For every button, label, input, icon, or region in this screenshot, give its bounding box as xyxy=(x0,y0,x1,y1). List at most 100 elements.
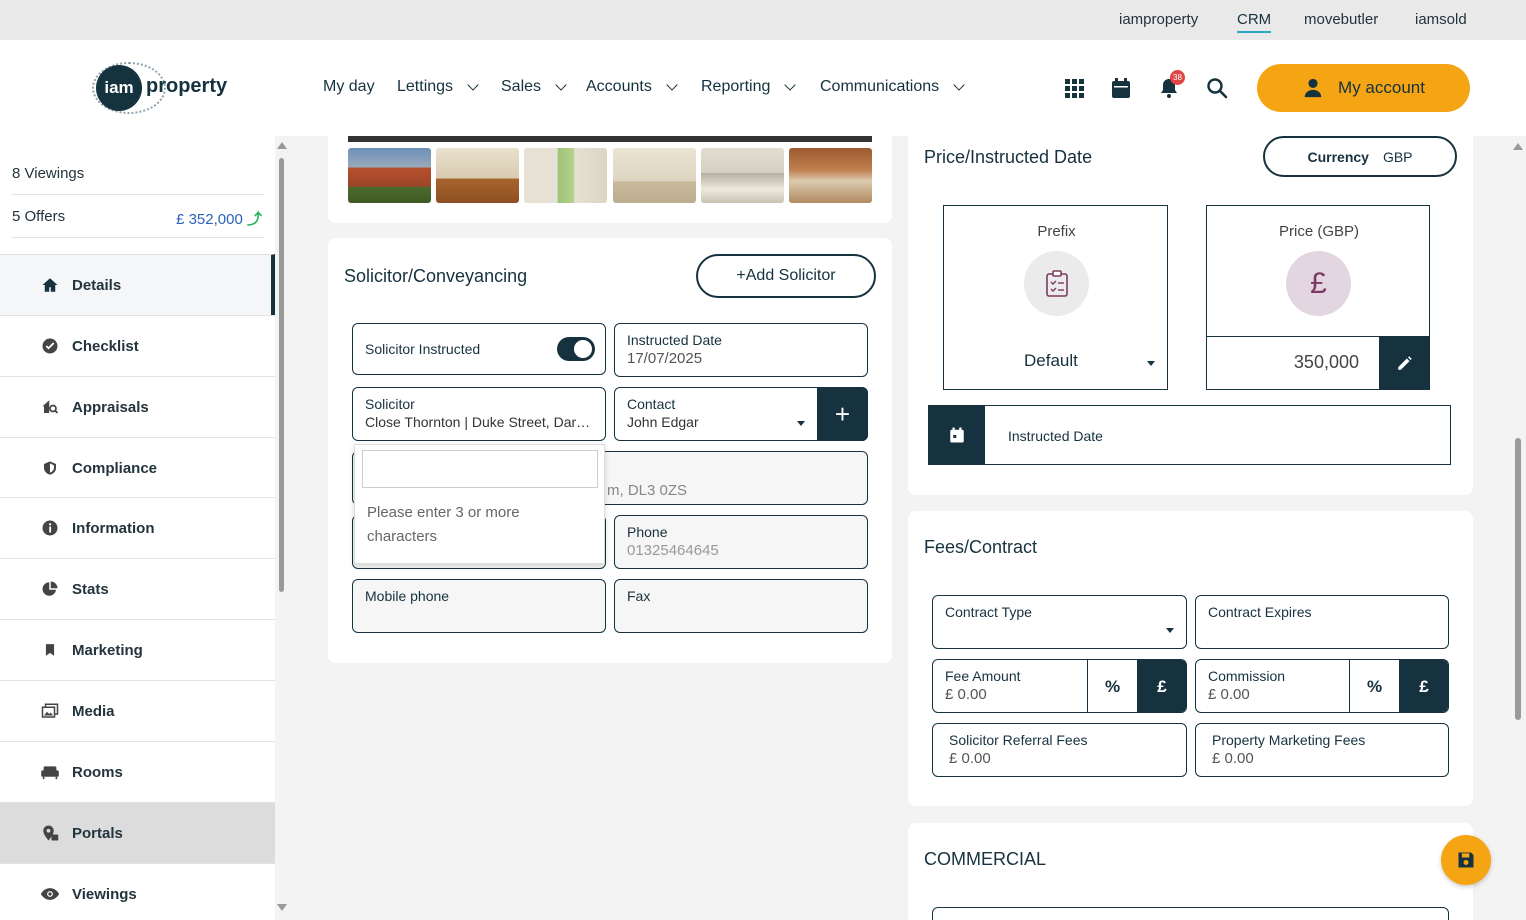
nav-lettings[interactable]: Lettings xyxy=(397,78,479,96)
nav-communications[interactable]: Communications xyxy=(820,78,965,96)
sidebar-item-stats[interactable]: Stats xyxy=(0,558,275,619)
prefix-box[interactable]: Prefix Default xyxy=(943,205,1168,390)
solicitor-search-input[interactable] xyxy=(362,450,598,488)
sidebar-item-marketing[interactable]: Marketing xyxy=(0,619,275,680)
info-icon xyxy=(40,518,60,538)
price-label: Price (GBP) xyxy=(1278,223,1359,240)
fee-percent-toggle[interactable]: % xyxy=(1087,660,1137,712)
field-label: Solicitor Referral Fees xyxy=(949,732,1088,748)
save-button[interactable] xyxy=(1441,835,1491,885)
add-contact-button[interactable]: + xyxy=(817,387,868,441)
mobile-phone-field: Mobile phone xyxy=(352,579,606,633)
contract-expires-field[interactable]: Contract Expires xyxy=(1195,595,1449,649)
nav-reporting[interactable]: Reporting xyxy=(701,78,797,96)
thumbnail-image[interactable] xyxy=(613,148,696,203)
commercial-field[interactable] xyxy=(932,907,1449,920)
instructed-date-picker[interactable]: Instructed Date xyxy=(928,405,1451,465)
chevron-down-icon xyxy=(784,79,797,91)
sidebar-item-label: Appraisals xyxy=(72,398,149,416)
price-input[interactable]: 350,000 xyxy=(1207,336,1379,390)
thumbnail-image[interactable] xyxy=(789,148,872,203)
thumbnail-image[interactable] xyxy=(524,148,607,203)
sidebar-item-label: Checklist xyxy=(72,337,139,355)
sidebar-scroll-up[interactable] xyxy=(277,142,287,149)
field-label: Fax xyxy=(627,588,651,604)
my-account-button[interactable]: My account xyxy=(1257,64,1470,112)
top-link-crm[interactable]: CRM xyxy=(1237,11,1272,33)
sidebar-item-portals[interactable]: Portals xyxy=(0,802,275,863)
property-marketing-fees-field[interactable]: Property Marketing Fees £ 0.00 xyxy=(1195,723,1449,777)
images-icon xyxy=(40,701,60,721)
fee-pound-toggle[interactable]: £ xyxy=(1137,660,1186,712)
notification-badge: 38 xyxy=(1170,70,1185,85)
sidebar-item-checklist[interactable]: Checklist xyxy=(0,315,275,376)
prefix-value: Default xyxy=(1024,351,1078,370)
sidebar-item-label: Stats xyxy=(72,580,109,598)
sidebar-item-rooms[interactable]: Rooms xyxy=(0,741,275,802)
main-navbar: iam property My day Lettings Sales Accou… xyxy=(0,40,1526,136)
caret-down-icon xyxy=(797,421,805,426)
field-label: Mobile phone xyxy=(365,588,450,604)
price-value: 350,000 xyxy=(1293,352,1359,372)
sidebar-item-viewings[interactable]: Viewings xyxy=(0,863,275,920)
add-solicitor-button[interactable]: +Add Solicitor xyxy=(696,254,876,298)
phone-field: Phone 01325464645 xyxy=(614,515,868,569)
page-scrollbar[interactable] xyxy=(1515,438,1521,720)
nav-my-day[interactable]: My day xyxy=(323,78,375,96)
fee-amount-field[interactable]: Fee Amount £ 0.00 % £ xyxy=(932,659,1187,713)
user-icon xyxy=(1304,78,1322,98)
sidebar-item-information[interactable]: Information xyxy=(0,497,275,558)
arrow-up-icon: ⤴ xyxy=(246,211,262,228)
edit-price-button[interactable] xyxy=(1379,336,1430,390)
solicitor-search-dropdown: Please enter 3 or more characters xyxy=(354,444,605,564)
field-value: Close Thornton | Duke Street, Darlington xyxy=(365,414,593,430)
thumbnail-image[interactable] xyxy=(701,148,784,203)
logo-text: property xyxy=(146,75,228,97)
thumbnail-image[interactable] xyxy=(348,148,431,203)
nav-sales[interactable]: Sales xyxy=(501,78,567,96)
page-scroll-up[interactable] xyxy=(1513,143,1523,150)
sidebar-item-compliance[interactable]: Compliance xyxy=(0,437,275,498)
field-label: Property Marketing Fees xyxy=(1212,732,1366,748)
instructed-date-field[interactable]: Instructed Date 17/07/2025 xyxy=(614,323,868,377)
offers-row: 5 Offers £ 352,000 ⤴ xyxy=(12,208,262,228)
caret-down-icon xyxy=(1166,628,1174,633)
solicitor-select[interactable]: Solicitor Close Thornton | Duke Street, … xyxy=(352,387,606,441)
sidebar-scrollbar[interactable] xyxy=(279,158,284,592)
solicitor-referral-fees-field[interactable]: Solicitor Referral Fees £ 0.00 xyxy=(932,723,1187,777)
top-link-iamproperty[interactable]: iamproperty xyxy=(1119,11,1198,28)
calendar-button[interactable] xyxy=(929,406,985,464)
commission-percent-toggle[interactable]: % xyxy=(1349,660,1399,712)
currency-button[interactable]: Currency GBP xyxy=(1263,136,1457,177)
eye-icon xyxy=(40,884,60,904)
commission-pound-toggle[interactable]: £ xyxy=(1399,660,1448,712)
sidebar-item-label: Portals xyxy=(72,824,123,842)
field-value: John Edgar xyxy=(627,414,699,430)
offer-amount: £ 352,000 xyxy=(176,211,243,228)
thumbnail-image[interactable] xyxy=(436,148,519,203)
top-link-iamsold[interactable]: iamsold xyxy=(1415,11,1467,28)
top-link-movebutler[interactable]: movebutler xyxy=(1304,11,1378,28)
home-icon xyxy=(40,275,60,295)
bookmark-icon xyxy=(40,640,60,660)
apps-grid-icon[interactable] xyxy=(1062,76,1086,100)
save-icon xyxy=(1458,852,1474,868)
sidebar-item-media[interactable]: Media xyxy=(0,680,275,741)
contract-type-select[interactable]: Contract Type xyxy=(932,595,1187,649)
offers-count: 5 Offers xyxy=(12,208,66,225)
sidebar-item-details[interactable]: Details xyxy=(0,254,275,315)
viewings-count: 8 Viewings xyxy=(12,165,85,182)
sidebar-item-appraisals[interactable]: Appraisals xyxy=(0,376,275,437)
search-icon[interactable] xyxy=(1205,76,1229,100)
nav-label: Accounts xyxy=(586,78,652,95)
calendar-icon[interactable] xyxy=(1109,76,1133,100)
solicitor-instructed-toggle[interactable] xyxy=(557,337,595,361)
pound-icon: £ xyxy=(1286,251,1351,316)
sidebar-scroll-down[interactable] xyxy=(277,904,287,911)
plus-icon: + xyxy=(834,398,851,429)
portal-icon xyxy=(40,823,60,843)
offer-value: £ 352,000 ⤴ xyxy=(176,208,262,229)
commission-field[interactable]: Commission £ 0.00 % £ xyxy=(1195,659,1449,713)
logo[interactable]: iam property xyxy=(92,62,236,114)
nav-accounts[interactable]: Accounts xyxy=(586,78,678,96)
